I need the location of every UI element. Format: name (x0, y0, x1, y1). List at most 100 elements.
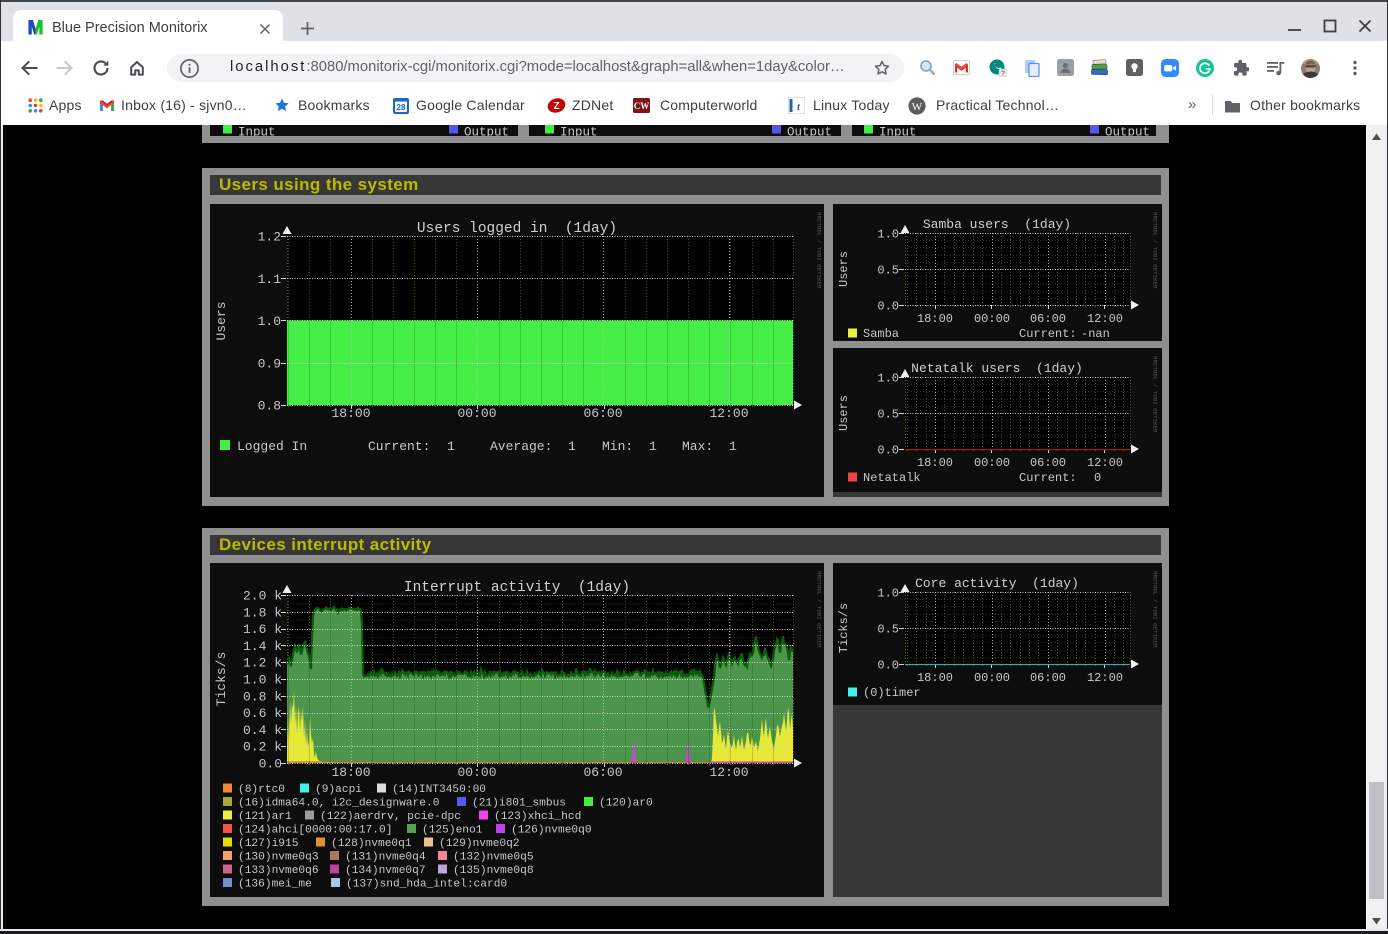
svg-text:Users logged in (1day): Users logged in (1day) (417, 221, 617, 237)
svg-text:(123)xhci_hcd: (123)xhci_hcd (494, 811, 581, 823)
svg-text:00:00: 00:00 (974, 671, 1010, 685)
svg-text:1: 1 (729, 439, 737, 454)
svg-text:Average:: Average: (490, 439, 552, 454)
svg-text:(122)aerdrv, pcie-dpc: (122)aerdrv, pcie-dpc (320, 811, 461, 823)
svg-text:Output: Output (787, 126, 832, 137)
svg-text:(124)ahci[0000:00:17.0]: (124)ahci[0000:00:17.0] (238, 825, 392, 837)
svg-text:18:00: 18:00 (331, 406, 370, 421)
svg-text:0.5: 0.5 (877, 264, 899, 278)
svg-text:Min:: Min: (602, 439, 633, 454)
svg-text:0.4 k: 0.4 k (243, 723, 282, 738)
svg-text:Users: Users (837, 251, 851, 287)
svg-text:Input: Input (879, 126, 917, 137)
svg-text:Core activity (1day): Core activity (1day) (915, 576, 1079, 591)
svg-text:(130)nvme0q3: (130)nvme0q3 (238, 852, 319, 864)
svg-text:Netatalk users (1day): Netatalk users (1day) (911, 361, 1083, 376)
svg-text:0.5: 0.5 (877, 408, 899, 422)
svg-text:(9)acpi: (9)acpi (315, 784, 362, 796)
svg-text:Input: Input (560, 126, 598, 137)
svg-text:18:00: 18:00 (917, 671, 953, 685)
svg-text:1.6 k: 1.6 k (243, 622, 282, 637)
svg-text:0.0: 0.0 (259, 757, 282, 772)
svg-text:0.2 k: 0.2 k (243, 740, 282, 755)
svg-text:1: 1 (568, 439, 576, 454)
svg-text:06:00: 06:00 (583, 765, 622, 780)
svg-text:0.0: 0.0 (877, 659, 899, 673)
svg-text:1.8 k: 1.8 k (243, 605, 282, 620)
svg-text:Output: Output (464, 126, 509, 137)
svg-text:Input: Input (238, 126, 276, 137)
svg-text:Samba: Samba (863, 327, 899, 341)
svg-text:12:00: 12:00 (709, 406, 748, 421)
svg-text:12:00: 12:00 (1087, 671, 1123, 685)
svg-text:18:00: 18:00 (917, 312, 953, 326)
svg-text:0: 0 (1094, 471, 1101, 485)
svg-text:RRDTOOL / TOBI OETIKER: RRDTOOL / TOBI OETIKER (1152, 212, 1159, 289)
svg-text:06:00: 06:00 (1030, 456, 1066, 470)
svg-text:CW: CW (634, 101, 650, 111)
svg-text:(136)mei_me: (136)mei_me (238, 879, 312, 891)
svg-text:(135)nvme0q8: (135)nvme0q8 (453, 865, 534, 877)
svg-text:(120)ar0: (120)ar0 (599, 798, 653, 810)
svg-text:-nan: -nan (1081, 327, 1110, 341)
svg-text:1.2: 1.2 (258, 230, 281, 245)
svg-text:Output: Output (1105, 126, 1150, 137)
svg-text:(137)snd_hda_intel:card0: (137)snd_hda_intel:card0 (346, 879, 507, 891)
svg-text:0.9: 0.9 (258, 356, 281, 371)
svg-text:0.8 k: 0.8 k (243, 689, 282, 704)
svg-text:RRDTOOL / TOBI OETIKER: RRDTOOL / TOBI OETIKER (816, 571, 823, 648)
svg-text:1.0: 1.0 (258, 314, 281, 329)
svg-text:00:00: 00:00 (457, 406, 496, 421)
svg-text:0.0: 0.0 (877, 300, 899, 314)
svg-text:12:00: 12:00 (709, 765, 748, 780)
svg-text:Ticks/s: Ticks/s (837, 603, 851, 653)
svg-text:(133)nvme0q6: (133)nvme0q6 (238, 865, 319, 877)
svg-text:0.0: 0.0 (877, 444, 899, 458)
svg-text:(134)nvme0q7: (134)nvme0q7 (345, 865, 426, 877)
svg-text:1: 1 (649, 439, 657, 454)
svg-text:(131)nvme0q4: (131)nvme0q4 (345, 852, 426, 864)
svg-text:1.4 k: 1.4 k (243, 639, 282, 654)
svg-text:06:00: 06:00 (1030, 312, 1066, 326)
svg-text:Current:: Current: (368, 439, 430, 454)
svg-text:00:00: 00:00 (974, 456, 1010, 470)
svg-text:1.1: 1.1 (258, 272, 282, 287)
svg-text:RRDTOOL / TOBI OETIKER: RRDTOOL / TOBI OETIKER (816, 212, 823, 289)
svg-text:M: M (28, 19, 44, 36)
svg-text:1: 1 (447, 439, 455, 454)
svg-text:Netatalk: Netatalk (863, 471, 921, 485)
svg-text:(128)nvme0q1: (128)nvme0q1 (331, 838, 412, 850)
svg-text:(16)idma64.0, i2c_designware.0: (16)idma64.0, i2c_designware.0 (238, 798, 440, 810)
svg-text:RRDTOOL / TOBI OETIKER: RRDTOOL / TOBI OETIKER (1152, 571, 1159, 648)
svg-text:00:00: 00:00 (457, 765, 496, 780)
svg-text:Current:: Current: (1019, 327, 1077, 341)
svg-text:0.5: 0.5 (877, 623, 899, 637)
svg-text:1.0 k: 1.0 k (243, 673, 282, 688)
svg-text:2.0 k: 2.0 k (243, 589, 282, 604)
svg-text:Z: Z (553, 101, 559, 112)
svg-text:?: ? (1001, 68, 1006, 77)
svg-text:Current:: Current: (1019, 471, 1077, 485)
svg-text:(125)eno1: (125)eno1 (422, 825, 483, 837)
svg-text:0.8: 0.8 (258, 399, 281, 414)
svg-text:00:00: 00:00 (974, 312, 1010, 326)
svg-text:(121)ar1: (121)ar1 (238, 811, 292, 823)
svg-text:Users: Users (214, 301, 229, 340)
svg-text:12:00: 12:00 (1087, 456, 1123, 470)
svg-text:28: 28 (397, 103, 406, 112)
svg-text:1.0: 1.0 (877, 587, 899, 601)
svg-text:Users: Users (837, 395, 851, 431)
svg-text:Max:: Max: (682, 439, 713, 454)
svg-text:Logged In: Logged In (237, 439, 307, 454)
svg-text:18:00: 18:00 (917, 456, 953, 470)
svg-text:(0)timer: (0)timer (863, 686, 921, 700)
svg-text:Ticks/s: Ticks/s (214, 652, 229, 707)
svg-text:1.2 k: 1.2 k (243, 656, 282, 671)
svg-text:0.6 k: 0.6 k (243, 706, 282, 721)
svg-text:(8)rtc0: (8)rtc0 (238, 784, 285, 796)
svg-text:(21)i801_smbus: (21)i801_smbus (472, 798, 566, 810)
svg-text:W: W (912, 101, 923, 113)
svg-text:(126)nvme0q0: (126)nvme0q0 (511, 825, 592, 837)
svg-text:06:00: 06:00 (583, 406, 622, 421)
svg-text:Interrupt activity (1day): Interrupt activity (1day) (404, 580, 630, 596)
